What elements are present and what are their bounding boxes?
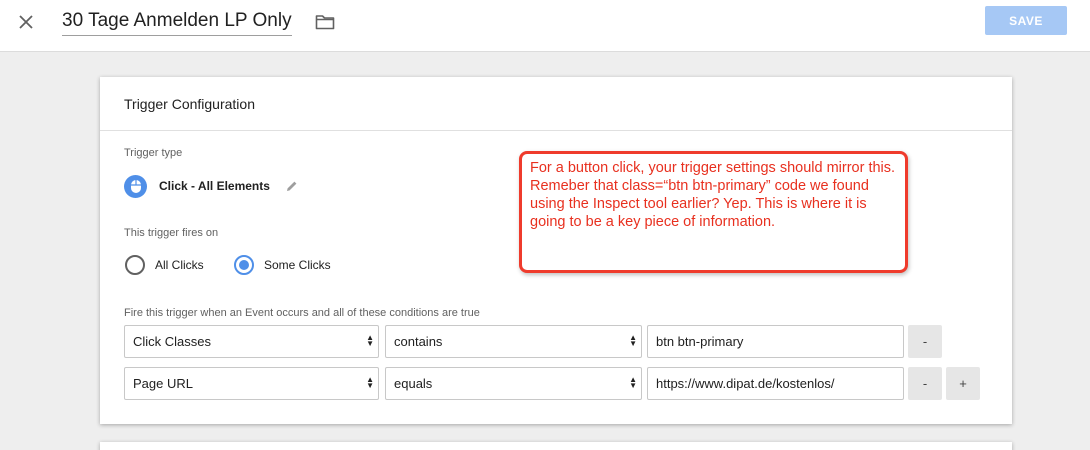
radio-some-clicks[interactable]: Some Clicks xyxy=(234,255,331,275)
select-arrows-icon: ▲ ▼ xyxy=(366,333,374,348)
top-bar: 30 Tage Anmelden LP Only SAVE xyxy=(0,0,1090,52)
annotation-text: For a button click, your trigger setting… xyxy=(530,160,896,230)
condition-value-input[interactable]: btn btn-primary xyxy=(647,325,904,358)
select-arrows-icon: ▲ ▼ xyxy=(629,333,637,348)
mouse-icon xyxy=(124,174,147,198)
folder-icon[interactable] xyxy=(313,11,337,33)
trigger-type-label: Trigger type xyxy=(124,147,183,159)
select-arrows-icon: ▲ ▼ xyxy=(629,375,637,390)
close-button[interactable] xyxy=(12,8,40,36)
close-icon xyxy=(19,15,33,29)
select-value: equals xyxy=(394,376,433,391)
save-button[interactable]: SAVE xyxy=(985,6,1067,35)
trigger-type-name: Click - All Elements xyxy=(159,179,270,193)
trigger-type-selector[interactable]: Click - All Elements xyxy=(124,174,298,198)
radio-label: Some Clicks xyxy=(264,258,331,272)
radio-all-clicks[interactable]: All Clicks xyxy=(125,255,204,275)
select-value: Page URL xyxy=(133,376,193,391)
pencil-icon[interactable] xyxy=(286,180,298,192)
tag-name-title[interactable]: 30 Tage Anmelden LP Only xyxy=(62,10,292,36)
fires-on-label: This trigger fires on xyxy=(124,227,219,239)
remove-condition-button[interactable]: - xyxy=(908,325,942,358)
annotation-callout: For a button click, your trigger setting… xyxy=(519,151,908,273)
add-condition-button[interactable]: + xyxy=(946,367,980,400)
radio-label: All Clicks xyxy=(155,258,204,272)
radio-button[interactable] xyxy=(125,255,145,275)
next-card xyxy=(100,442,1012,450)
card-header: Trigger Configuration xyxy=(100,77,1012,131)
conditions-label: Fire this trigger when an Event occurs a… xyxy=(124,307,480,319)
condition-operator-select[interactable]: equals ▲ ▼ xyxy=(385,367,642,400)
condition-value-input[interactable]: https://www.dipat.de/kostenlos/ xyxy=(647,367,904,400)
condition-variable-select[interactable]: Click Classes ▲ ▼ xyxy=(124,325,379,358)
radio-button-checked[interactable] xyxy=(234,255,254,275)
card-title: Trigger Configuration xyxy=(124,96,255,112)
select-value: Click Classes xyxy=(133,334,212,349)
select-arrows-icon: ▲ ▼ xyxy=(366,375,374,390)
remove-condition-button[interactable]: - xyxy=(908,367,942,400)
condition-operator-select[interactable]: contains ▲ ▼ xyxy=(385,325,642,358)
select-value: contains xyxy=(394,334,443,349)
condition-variable-select[interactable]: Page URL ▲ ▼ xyxy=(124,367,379,400)
